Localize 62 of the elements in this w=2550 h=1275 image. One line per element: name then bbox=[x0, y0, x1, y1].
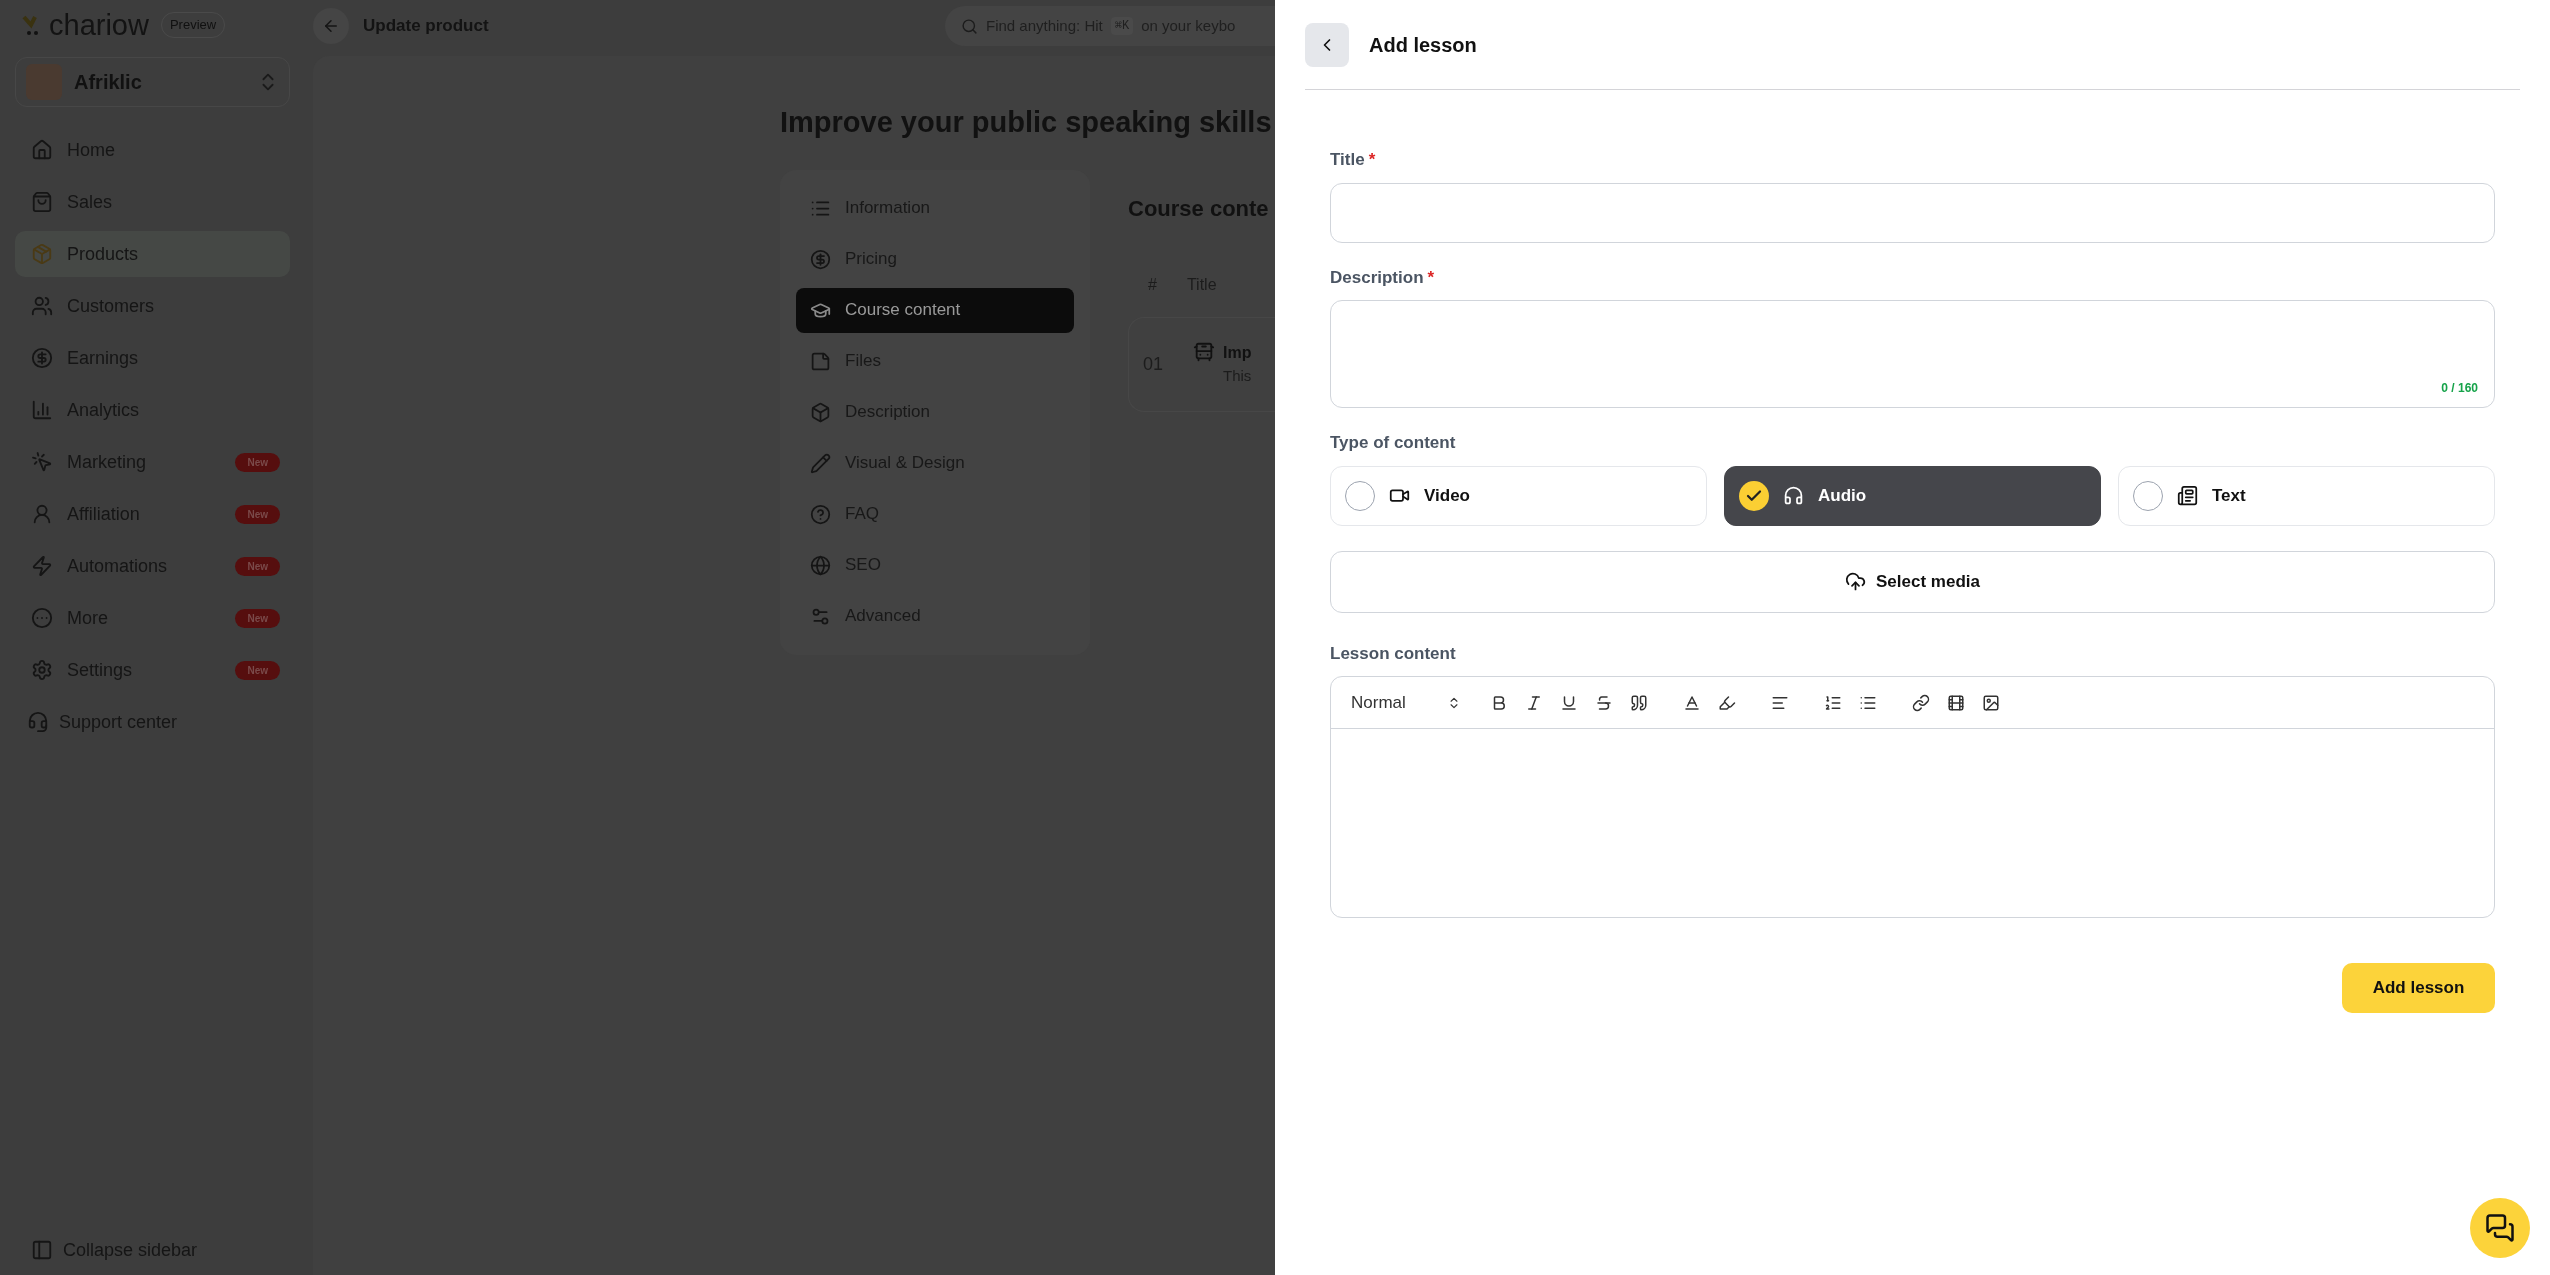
radio-icon bbox=[2133, 480, 2163, 511]
highlight-icon bbox=[1717, 693, 1736, 712]
box-icon bbox=[810, 401, 831, 423]
panel-title: Add lesson bbox=[1369, 32, 1477, 58]
new-badge: New bbox=[235, 452, 280, 472]
field-label: Title bbox=[1330, 149, 1365, 171]
rich-text-editor[interactable]: Normal bbox=[1330, 676, 2495, 918]
package-icon bbox=[31, 243, 53, 265]
ordered-list-icon bbox=[1823, 693, 1842, 712]
users-icon bbox=[31, 295, 53, 317]
image-icon bbox=[1981, 693, 2000, 712]
required-asterisk: * bbox=[1427, 266, 1435, 289]
character-counter: 0 / 160 bbox=[2441, 380, 2478, 397]
section-nav-item[interactable]: Course content bbox=[796, 287, 1074, 333]
search-icon bbox=[961, 17, 978, 35]
select-media-button[interactable]: Select media bbox=[1330, 550, 2495, 613]
newspaper-icon bbox=[2177, 485, 2198, 506]
description-field[interactable]: 0 / 160 bbox=[1330, 300, 2495, 408]
chat-icon bbox=[2485, 1213, 2515, 1243]
film-icon bbox=[1946, 693, 1965, 712]
content-type-option[interactable]: Text bbox=[2118, 465, 2495, 526]
new-badge: New bbox=[235, 504, 280, 524]
underline-icon bbox=[1559, 693, 1578, 712]
field-label: Type of content bbox=[1330, 432, 1456, 454]
pointer-click-icon bbox=[31, 451, 53, 473]
new-badge: New bbox=[235, 660, 280, 680]
chat-button[interactable] bbox=[2470, 1198, 2530, 1258]
radio-checked-icon bbox=[1739, 480, 1769, 511]
quote-icon bbox=[1629, 693, 1648, 712]
new-badge: New bbox=[235, 608, 280, 628]
strikethrough-icon bbox=[1594, 693, 1613, 712]
more-icon bbox=[31, 607, 53, 629]
headset-icon bbox=[27, 711, 49, 733]
shopping-bag-icon bbox=[31, 191, 53, 213]
required-asterisk: * bbox=[1368, 149, 1376, 171]
content-type-option[interactable]: Video bbox=[1330, 465, 1707, 526]
pencil-icon bbox=[810, 452, 831, 474]
help-icon bbox=[810, 503, 831, 525]
lesson-type-icon bbox=[1193, 340, 1216, 363]
dollar-circle-icon bbox=[810, 248, 831, 270]
title-input[interactable] bbox=[1330, 182, 2495, 243]
radio-icon bbox=[1345, 480, 1375, 511]
format-dropdown[interactable]: Normal bbox=[1351, 689, 1461, 716]
field-label: Lesson content bbox=[1330, 642, 1456, 665]
lightning-icon bbox=[31, 555, 53, 577]
new-badge: New bbox=[235, 556, 280, 576]
note-icon bbox=[810, 350, 831, 372]
content-type-option[interactable]: Audio bbox=[1724, 465, 2101, 526]
field-label: Description bbox=[1330, 266, 1424, 289]
add-lesson-button[interactable]: Add lesson bbox=[2342, 963, 2495, 1013]
cloud-upload-icon bbox=[1845, 571, 1866, 592]
column-header: # bbox=[1148, 274, 1157, 295]
settings-icon bbox=[31, 659, 53, 681]
bar-chart-icon bbox=[31, 399, 53, 421]
sidebar-panel-icon bbox=[31, 1239, 53, 1261]
headphones-icon bbox=[1783, 485, 1804, 506]
dollar-circle-icon bbox=[31, 347, 53, 369]
link-icon bbox=[1911, 693, 1930, 712]
user-icon bbox=[31, 503, 53, 525]
text-color-icon bbox=[1682, 693, 1701, 712]
globe-icon bbox=[810, 554, 831, 576]
home-icon bbox=[31, 139, 53, 161]
